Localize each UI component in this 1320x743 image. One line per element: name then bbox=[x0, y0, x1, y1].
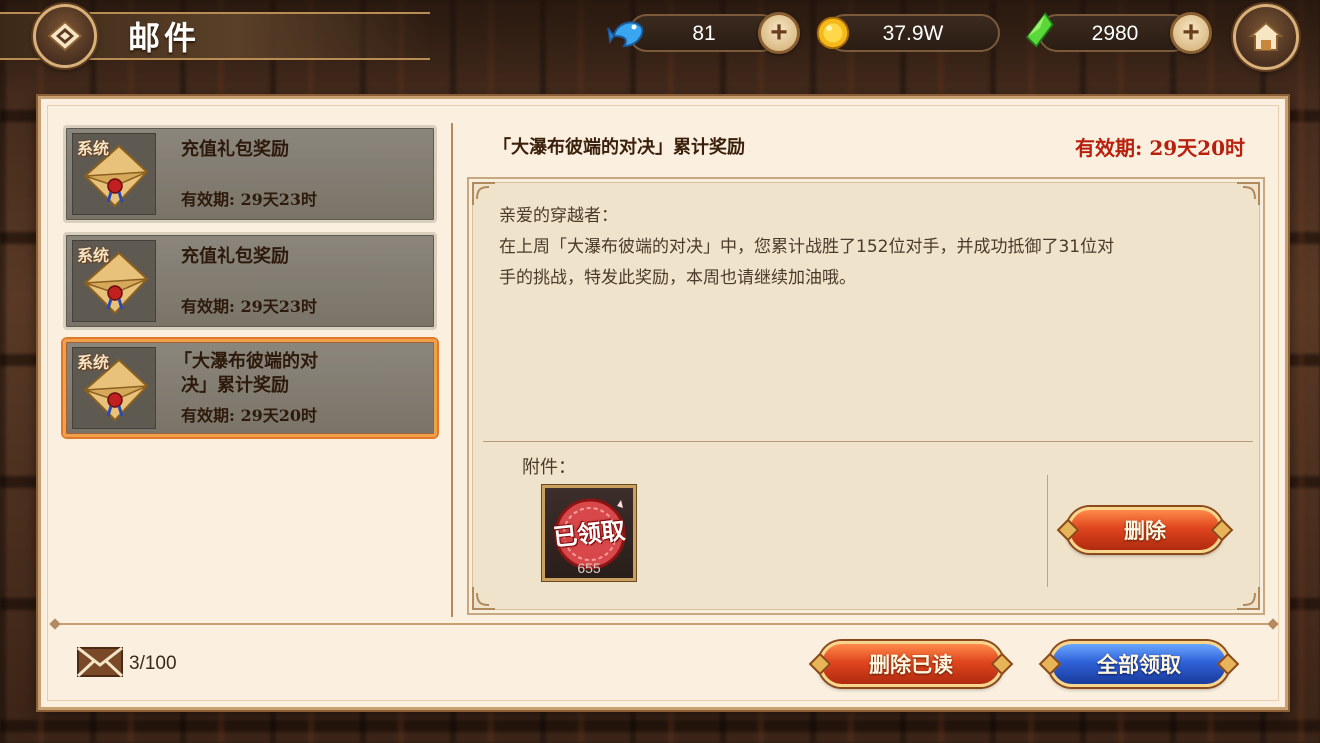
system-tag: 系统 bbox=[77, 246, 110, 265]
mail-content-box: 亲爱的穿越者： 在上周「大瀑布彼端的对决」中，您累计战胜了152位对手，并成功抵… bbox=[467, 177, 1265, 615]
mail-title: 充值礼包奖励 bbox=[181, 139, 289, 160]
mail-count: 3/100 bbox=[129, 653, 177, 674]
delete-button[interactable]: 删除 bbox=[1056, 507, 1234, 553]
button-cap-ornament bbox=[1210, 518, 1234, 542]
diamond-back-icon bbox=[47, 20, 83, 52]
gem-currency-bar: 2980 bbox=[1038, 14, 1192, 52]
add-fish-button[interactable]: + bbox=[758, 12, 800, 54]
green-crystal-icon bbox=[1025, 12, 1054, 48]
footer-divider bbox=[55, 623, 1273, 625]
attachment-count: 655 bbox=[577, 560, 601, 576]
mail-detail-title: 「大瀑布彼端的对决」累计奖励 bbox=[493, 137, 745, 158]
button-cap-ornament bbox=[808, 652, 832, 676]
mail-list-item[interactable]: 系统 充值礼包奖励 有效期: 29天23时 bbox=[63, 125, 437, 223]
mail-title-line2: 决」累计奖励 bbox=[181, 375, 289, 396]
add-gem-button[interactable]: + bbox=[1170, 12, 1212, 54]
envelope-icon bbox=[77, 647, 123, 677]
letter-icon: 系统 bbox=[72, 240, 156, 322]
system-tag: 系统 bbox=[77, 353, 110, 372]
button-cap-ornament bbox=[1216, 652, 1240, 676]
claim-all-button[interactable]: 全部领取 bbox=[1038, 641, 1240, 687]
mail-panel: 系统 充值礼包奖励 有效期: 29天23时 系统 充值礼包奖励 有效期: 29天… bbox=[38, 96, 1288, 710]
plus-icon: + bbox=[1182, 16, 1200, 49]
corner-ornament-icon bbox=[1237, 587, 1260, 610]
system-tag: 系统 bbox=[77, 139, 110, 158]
home-icon bbox=[1248, 21, 1284, 51]
blue-fish-icon bbox=[607, 21, 644, 48]
mail-body-line: 手的挑战，特发此奖励，本周也请继续加油哦。 bbox=[499, 268, 856, 288]
corner-ornament-icon bbox=[472, 182, 495, 205]
mail-title: 充值礼包奖励 bbox=[181, 246, 289, 267]
delete-button-label: 删除 bbox=[1124, 518, 1166, 543]
mail-list-item[interactable]: 系统 充值礼包奖励 有效期: 29天23时 bbox=[63, 232, 437, 330]
button-cap-ornament bbox=[1056, 518, 1080, 542]
mail-body: 亲爱的穿越者： 在上周「大瀑布彼端的对决」中，您累计战胜了152位对手，并成功抵… bbox=[499, 201, 1239, 294]
mail-expiry: 有效期: 29天20时 bbox=[181, 406, 318, 425]
corner-ornament-icon bbox=[472, 587, 495, 610]
delete-read-button[interactable]: 删除已读 bbox=[808, 641, 1014, 687]
mail-title-line1: 「大瀑布彼端的对 bbox=[174, 351, 318, 372]
mail-expiry: 有效期: 29天23时 bbox=[181, 297, 318, 316]
mail-greeting: 亲爱的穿越者： bbox=[499, 206, 618, 226]
attachment-divider bbox=[483, 441, 1253, 442]
gem-currency-value: 2980 bbox=[1091, 22, 1139, 45]
page-title: 邮件 bbox=[128, 19, 201, 57]
mail-expiry: 有效期: 29天23时 bbox=[181, 190, 318, 209]
gold-coin-icon bbox=[816, 16, 850, 50]
attachment-item[interactable]: 已领取 655 bbox=[542, 485, 636, 581]
home-button[interactable] bbox=[1233, 4, 1299, 70]
letter-icon: 系统 bbox=[72, 347, 156, 429]
mail-detail-expiry: 有效期: 29天20时 bbox=[1074, 136, 1245, 160]
button-cap-ornament bbox=[990, 652, 1014, 676]
button-cap-ornament bbox=[1038, 652, 1062, 676]
plus-icon: + bbox=[770, 16, 788, 49]
delete-read-button-label: 删除已读 bbox=[869, 652, 953, 677]
back-button[interactable] bbox=[33, 4, 97, 68]
attachment-label: 附件： bbox=[522, 457, 576, 478]
fish-currency-value: 81 bbox=[692, 22, 716, 45]
list-detail-divider bbox=[451, 123, 453, 617]
mail-body-line: 在上周「大瀑布彼端的对决」中，您累计战胜了152位对手，并成功抵御了31位对 bbox=[499, 237, 1115, 257]
letter-icon: 系统 bbox=[72, 133, 156, 215]
attachment-separator bbox=[1047, 475, 1048, 587]
mail-list-item-selected[interactable]: 系统 「大瀑布彼端的对 决」累计奖励 有效期: 29天20时 bbox=[63, 339, 437, 437]
claim-all-button-label: 全部领取 bbox=[1097, 652, 1181, 677]
